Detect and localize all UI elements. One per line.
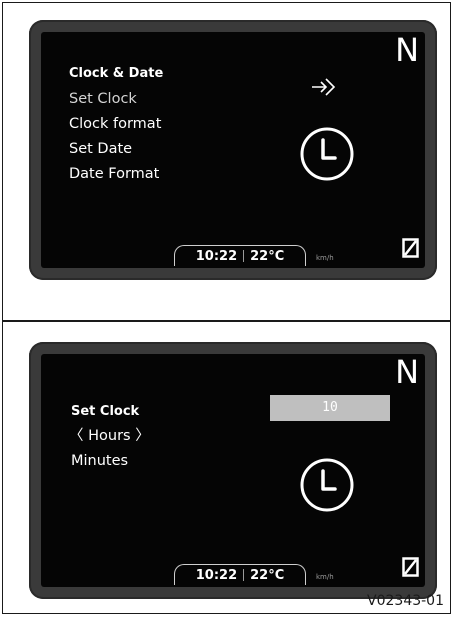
- instrument-cluster: N Set Clock 〈 Hours 〉 Minutes 10 10:22 2…: [29, 342, 437, 599]
- figure-panel-clock-date: N Clock & Date Set Clock Clock format Se…: [2, 2, 451, 321]
- figure-panel-set-clock: N Set Clock 〈 Hours 〉 Minutes 10 10:22 2…: [2, 321, 451, 614]
- status-divider: [243, 569, 245, 581]
- settings-menu: Clock & Date Set Clock Clock format Set …: [69, 66, 163, 187]
- menu-item-hours[interactable]: 〈 Hours 〉: [69, 424, 150, 449]
- outside-temperature: 22°C: [250, 567, 285, 583]
- slashed-square-icon: [402, 557, 419, 577]
- speed-unit: km/h: [316, 573, 334, 581]
- clock-time: 10:22: [195, 567, 238, 583]
- display-screen: N Set Clock 〈 Hours 〉 Minutes 10 10:22 2…: [41, 354, 425, 587]
- clock-time: 10:22: [195, 248, 238, 264]
- display-screen: N Clock & Date Set Clock Clock format Se…: [41, 32, 425, 268]
- menu-heading: Clock & Date: [69, 66, 164, 81]
- menu-item-minutes[interactable]: Minutes: [71, 449, 150, 474]
- gear-indicator: N: [395, 354, 419, 391]
- status-divider: [243, 250, 245, 262]
- menu-item-set-clock[interactable]: Set Clock: [69, 87, 163, 112]
- speed-unit: km/h: [316, 254, 334, 262]
- instrument-cluster: N Clock & Date Set Clock Clock format Se…: [29, 20, 437, 280]
- enter-arrow-icon: [312, 78, 336, 96]
- figure-reference-code: V02343-01: [367, 593, 444, 609]
- menu-item-set-date[interactable]: Set Date: [69, 137, 163, 162]
- status-bar: 10:22 22°C: [174, 245, 306, 266]
- menu-item-clock-format[interactable]: Clock format: [69, 112, 163, 137]
- outside-temperature: 22°C: [250, 248, 285, 264]
- menu-heading: Set Clock: [71, 404, 140, 419]
- clock-icon: [300, 127, 354, 181]
- slashed-square-icon: [402, 238, 419, 258]
- gear-indicator: N: [395, 32, 419, 69]
- status-bar: 10:22 22°C: [174, 564, 306, 585]
- clock-icon: [300, 458, 354, 512]
- set-clock-menu: Set Clock 〈 Hours 〉 Minutes: [69, 404, 150, 474]
- hours-value-field[interactable]: 10: [270, 395, 390, 421]
- menu-item-date-format[interactable]: Date Format: [69, 162, 163, 187]
